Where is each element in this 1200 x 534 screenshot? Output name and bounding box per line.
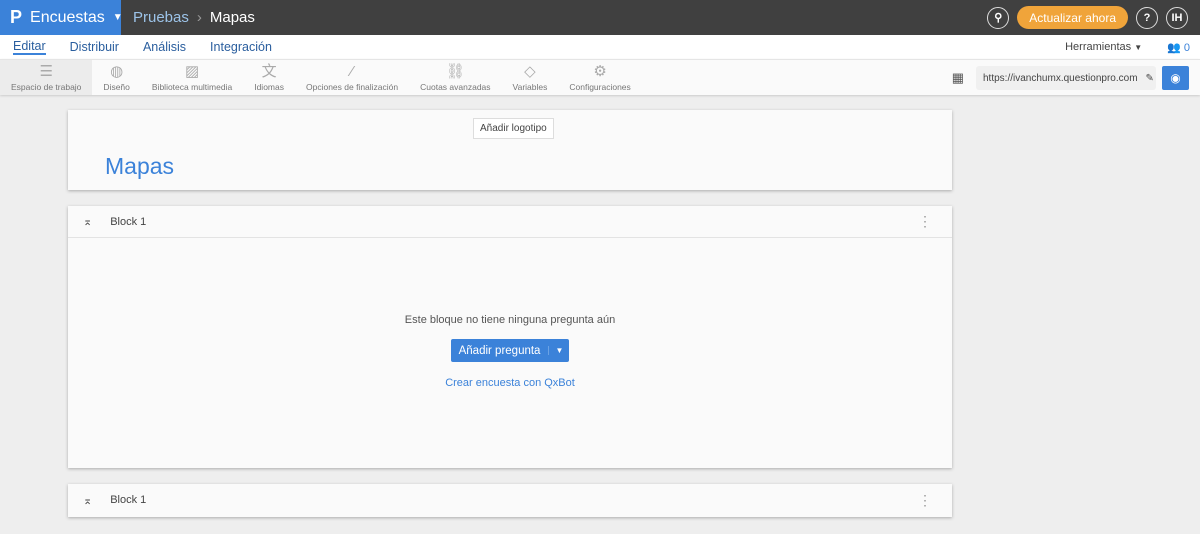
survey-header-card: Añadir logotipo Mapas	[68, 110, 952, 190]
avatar[interactable]: IH	[1166, 6, 1188, 29]
tool-label: Biblioteca multimedia	[151, 82, 233, 92]
empty-block-message: Este bloque no tiene ninguna pregunta aú…	[404, 314, 616, 326]
upgrade-button[interactable]: Actualizar ahora	[1017, 6, 1128, 29]
tool-workspace[interactable]: ☰ Espacio de trabajo	[0, 60, 93, 95]
tool-label: Variables	[512, 82, 548, 92]
tool-end-options[interactable]: ⁄ Opciones de finalización	[295, 60, 409, 95]
top-bar: P Encuestas ▼ Pruebas › Mapas ⚲ Actualizar a…	[0, 0, 1200, 35]
tool-design[interactable]: ◍ Diseño	[92, 60, 140, 95]
tab-editar[interactable]: Editar	[13, 39, 46, 55]
more-options-icon[interactable]: ⋮	[918, 492, 932, 509]
main-nav: Editar Distribuir Análisis Integración H…	[0, 35, 1200, 59]
image-icon: ▨	[184, 63, 200, 80]
add-question-label: Añadir pregunta	[458, 344, 541, 357]
link-icon: ⛓	[445, 63, 465, 80]
chevron-right-icon: ›	[196, 9, 202, 26]
search-icon[interactable]: ⚲	[987, 6, 1010, 29]
tool-label: Opciones de finalización	[305, 82, 399, 92]
add-logo-button[interactable]: Añadir logotipo	[473, 118, 554, 139]
preview-button[interactable]: ◉	[1162, 66, 1189, 90]
logo-icon: P	[10, 7, 23, 27]
survey-url: https://ivanchumx.questionpro.com	[983, 72, 1138, 84]
tools-label: Herramientas	[1065, 41, 1132, 53]
gear-icon: ⚙	[593, 63, 607, 80]
tool-languages[interactable]: 文 Idiomas	[243, 60, 295, 95]
product-switcher[interactable]: P Encuestas ▼	[0, 0, 123, 35]
collapse-icon[interactable]: ⌅	[83, 494, 92, 507]
add-question-button[interactable]: Añadir pregunta ▼	[450, 339, 570, 362]
qr-code-icon[interactable]: ▦	[952, 70, 964, 86]
survey-title[interactable]: Mapas	[105, 153, 174, 180]
tool-label: Configuraciones	[569, 82, 631, 92]
translate-icon: 文	[261, 63, 277, 80]
tool-label: Cuotas avanzadas	[420, 82, 491, 92]
users-icon: 👥	[1167, 41, 1181, 54]
tab-analisis[interactable]: Análisis	[143, 40, 186, 54]
tool-label: Idiomas	[254, 82, 284, 92]
tab-integracion[interactable]: Integración	[210, 40, 272, 54]
tool-label: Espacio de trabajo	[11, 82, 82, 92]
breadcrumb-survey: Mapas	[209, 9, 255, 26]
tool-label: Diseño	[103, 82, 130, 92]
magic-wand-icon: ⁄	[350, 63, 354, 80]
tool-settings[interactable]: ⚙ Configuraciones	[558, 60, 641, 95]
tab-distribuir[interactable]: Distribuir	[70, 40, 119, 54]
block-card: ⌅ Block 1 ⋮ Este bloque no tiene ninguna p…	[68, 206, 952, 468]
product-name: Encuestas	[30, 8, 105, 26]
caret-down-icon: ▼	[112, 12, 123, 23]
toolbar: ☰ Espacio de trabajo ◍ Diseño ▨ Biblioteca …	[0, 59, 1200, 95]
tools-dropdown[interactable]: Herramientas ▼	[1065, 41, 1142, 53]
collaborators-count: 0	[1183, 41, 1190, 54]
caret-down-icon: ▼	[1134, 43, 1143, 52]
collaborators-button[interactable]: 👥 0	[1167, 41, 1190, 54]
block-card: ⌅ Block 1 ⋮	[68, 484, 952, 517]
more-options-icon[interactable]: ⋮	[918, 213, 932, 230]
help-button[interactable]: ?	[1136, 6, 1158, 29]
tool-variables[interactable]: ◇ Variables	[502, 60, 559, 95]
eye-icon: ◉	[1170, 71, 1181, 85]
pencil-icon[interactable]: ✎	[1146, 73, 1154, 84]
breadcrumb: Pruebas › Mapas	[133, 9, 255, 26]
list-icon: ☰	[39, 63, 53, 80]
caret-down-icon[interactable]: ▼	[548, 346, 569, 355]
collapse-icon[interactable]: ⌅	[83, 215, 92, 228]
tool-quotas[interactable]: ⛓ Cuotas avanzadas	[409, 60, 501, 95]
qxbot-link[interactable]: Crear encuesta con QxBot	[68, 377, 952, 389]
survey-url-field[interactable]: https://ivanchumx.questionpro.com ✎	[976, 66, 1156, 90]
tool-media-library[interactable]: ▨ Biblioteca multimedia	[141, 60, 243, 95]
block-name: Block 1	[110, 494, 147, 506]
block-name: Block 1	[110, 215, 147, 228]
tag-icon: ◇	[524, 63, 536, 80]
breadcrumb-folder[interactable]: Pruebas	[133, 9, 189, 26]
palette-icon: ◍	[110, 63, 124, 80]
